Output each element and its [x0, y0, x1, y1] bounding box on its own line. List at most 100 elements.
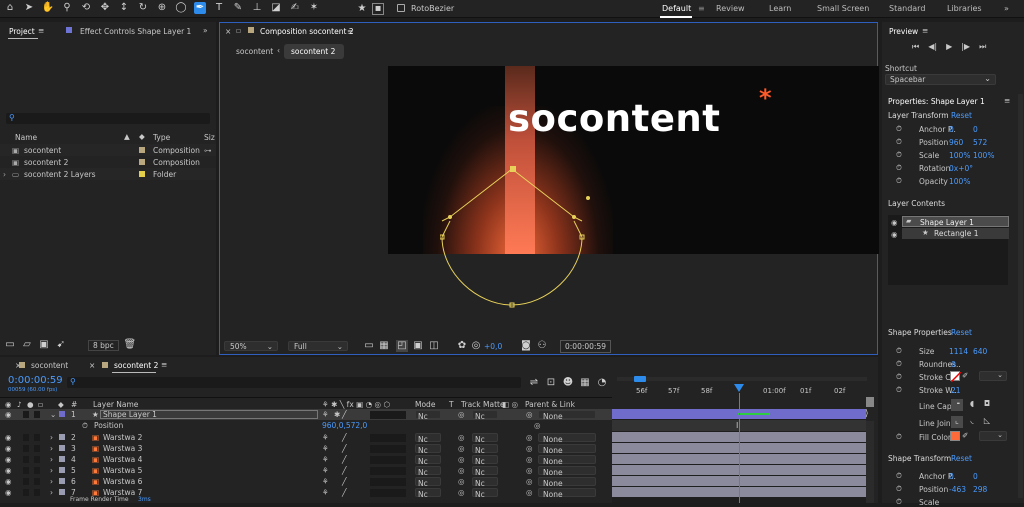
pan-tool-icon[interactable]: ✥ [99, 2, 111, 14]
blend-mode-dropdown[interactable]: Nc [415, 433, 441, 444]
lock-toggle[interactable] [34, 489, 40, 496]
project-item[interactable]: › ▭ socontent 2 Layers Folder [0, 168, 216, 180]
solo-toggle[interactable] [23, 445, 29, 452]
timeline-tab-socontent[interactable]: socontent [31, 361, 68, 370]
switch-quality-icon[interactable]: ╱ [342, 488, 347, 497]
region-of-interest-icon[interactable]: ▭ [363, 340, 375, 352]
stopwatch-icon[interactable]: ⏱ [896, 385, 902, 395]
pen-tool-icon[interactable]: ✒ [194, 2, 206, 14]
switch-toggles[interactable] [370, 445, 406, 453]
track-matte-pickwhip-icon[interactable]: ◎ [458, 410, 465, 419]
layer-label-color[interactable] [59, 467, 65, 473]
switch-shy-icon[interactable]: ⚘ [322, 466, 329, 475]
visibility-eye-icon[interactable]: ◉ [5, 410, 12, 419]
color-management-icon[interactable]: ◎ [470, 340, 482, 352]
lock-toggle[interactable] [34, 445, 40, 452]
stopwatch-icon[interactable]: ⏱ [896, 163, 902, 173]
guides-icon[interactable]: ▣ [412, 340, 424, 352]
size-y-value[interactable]: 640 [973, 347, 987, 356]
layer-label-color[interactable] [59, 456, 65, 462]
keyframe-marker[interactable]: I [736, 421, 738, 430]
switch-toggles[interactable] [370, 467, 406, 475]
stopwatch-icon[interactable]: ⏱ [896, 150, 902, 160]
comp-menu-icon[interactable]: ≡ [347, 27, 353, 36]
visibility-eye-icon[interactable]: ◉ [5, 455, 12, 464]
visibility-eye-icon[interactable]: ◉ [5, 433, 12, 442]
stopwatch-icon[interactable]: ⏱ [896, 484, 902, 494]
timeline-tab-socontent-2[interactable]: socontent 2 [114, 361, 158, 370]
stopwatch-icon[interactable]: ⏱ [82, 421, 88, 431]
project-tab[interactable]: Project [9, 27, 35, 36]
track-matte-pickwhip-icon[interactable]: ◎ [458, 466, 465, 475]
switch-quality-icon[interactable]: ╱ [342, 433, 347, 442]
expand-arrow-icon[interactable]: › [50, 466, 53, 475]
position-property-value[interactable]: 960,0,572,0 [322, 421, 367, 430]
preview-menu-icon[interactable]: ≡ [922, 26, 928, 35]
blend-mode-dropdown[interactable]: Nc [415, 466, 441, 477]
collapse-arrow-icon[interactable]: ⌄ [50, 410, 56, 419]
position-y-value[interactable]: 572 [973, 138, 987, 147]
rotate-tool-icon[interactable]: ↻ [137, 2, 149, 14]
timeline-end-marker[interactable] [866, 397, 874, 407]
layer-row[interactable]: ◉ ⌄ 1 ★ Shape Layer 1 ⚘ ✱ ╱ Nc ◎ Nc ◎ No… [0, 409, 612, 421]
rotation-value[interactable]: 0x+0° [949, 164, 973, 173]
track-matte-dropdown[interactable]: Nc [472, 410, 498, 421]
fast-preview-icon[interactable]: ◫ [428, 340, 440, 352]
anchor-y-value[interactable]: 0 [973, 125, 978, 134]
timeline-timecode[interactable]: 0:00:00:59 [8, 375, 63, 386]
zoom-dropdown[interactable]: 50% ⌄ [224, 341, 278, 351]
bpc-button[interactable]: 8 bpc [88, 339, 119, 351]
opacity-value[interactable]: 100% [949, 177, 970, 186]
solo-toggle[interactable] [23, 434, 29, 441]
layer-row[interactable]: ◉ › 2 ▣ Warstwa 2 ⚘ ╱ Nc ◎ Nc ◎ None [0, 432, 612, 444]
parent-pickwhip-icon[interactable]: ◎ [526, 444, 533, 453]
solo-toggle[interactable] [23, 456, 29, 463]
fill-color-swatch[interactable] [950, 431, 960, 441]
last-frame-icon[interactable]: ⏭ [979, 42, 986, 52]
switch-shy-icon[interactable]: ⚘ [322, 410, 329, 419]
butt-cap-button[interactable]: ╺ [951, 399, 963, 411]
playhead-handle[interactable] [734, 384, 744, 392]
breadcrumb-socontent-2[interactable]: socontent 2 [291, 47, 335, 56]
layer-row[interactable]: ◉ › 4 ▣ Warstwa 4 ⚘ ╱ Nc ◎ Nc ◎ None [0, 454, 612, 466]
sort-icon[interactable]: ▲ [124, 132, 130, 141]
size-x-value[interactable]: 1114 [949, 347, 968, 356]
miter-join-button[interactable]: ⌞ [951, 416, 963, 428]
expand-arrow-icon[interactable]: › [50, 444, 53, 453]
layer-label-color[interactable] [59, 445, 65, 451]
parent-pickwhip-icon[interactable]: ◎ [526, 477, 533, 486]
round-cap-button[interactable]: ◖ [966, 399, 978, 411]
timeline-scrollbar[interactable] [866, 421, 874, 503]
parent-pickwhip-icon[interactable]: ◎ [526, 433, 533, 442]
projecting-cap-button[interactable]: ◘ [981, 399, 993, 411]
puppet-tool-icon[interactable]: ✶ [308, 2, 320, 14]
dolly-tool-icon[interactable]: ↕ [118, 2, 130, 14]
workspace-learn[interactable]: Learn [769, 4, 791, 13]
first-frame-icon[interactable]: ⏮ [912, 42, 919, 52]
exposure-value[interactable]: +0,0 [484, 342, 502, 351]
content-item-shape-layer[interactable]: ▰ Shape Layer 1 [902, 216, 1009, 227]
stroke-width-value[interactable]: 21 [951, 386, 961, 395]
project-menu-icon[interactable]: ≡ [38, 26, 44, 35]
draft-3d-icon[interactable]: ⊡ [545, 377, 557, 389]
workspace-standard[interactable]: Standard [889, 4, 925, 13]
switch-shy-icon[interactable]: ⚘ [322, 455, 329, 464]
pan-behind-tool-icon[interactable]: ⊕ [156, 2, 168, 14]
shape-properties-reset[interactable]: Reset [951, 328, 972, 337]
blend-mode-dropdown[interactable]: Nc [415, 444, 441, 455]
snap-toggle-icon[interactable]: ▪ [372, 3, 384, 15]
scale-y-value[interactable]: 100% [973, 151, 994, 160]
stopwatch-icon[interactable]: ⏱ [896, 137, 902, 147]
stopwatch-icon[interactable]: ⏱ [896, 124, 902, 134]
column-layer-name[interactable]: Layer Name [93, 400, 138, 409]
play-icon[interactable]: ▶ [946, 42, 952, 52]
st-position-x-value[interactable]: -463 [949, 485, 966, 494]
position-x-value[interactable]: 960 [949, 138, 963, 147]
prev-frame-icon[interactable]: ◀| [928, 42, 937, 52]
panel-overflow-icon[interactable]: » [203, 26, 208, 35]
parent-dropdown[interactable]: None [538, 455, 596, 466]
clone-stamp-tool-icon[interactable]: ⊥ [251, 2, 263, 14]
switch-toggles[interactable] [370, 434, 406, 442]
hand-tool-icon[interactable]: ✋ [42, 2, 54, 14]
track-matte-pickwhip-icon[interactable]: ◎ [458, 488, 465, 497]
